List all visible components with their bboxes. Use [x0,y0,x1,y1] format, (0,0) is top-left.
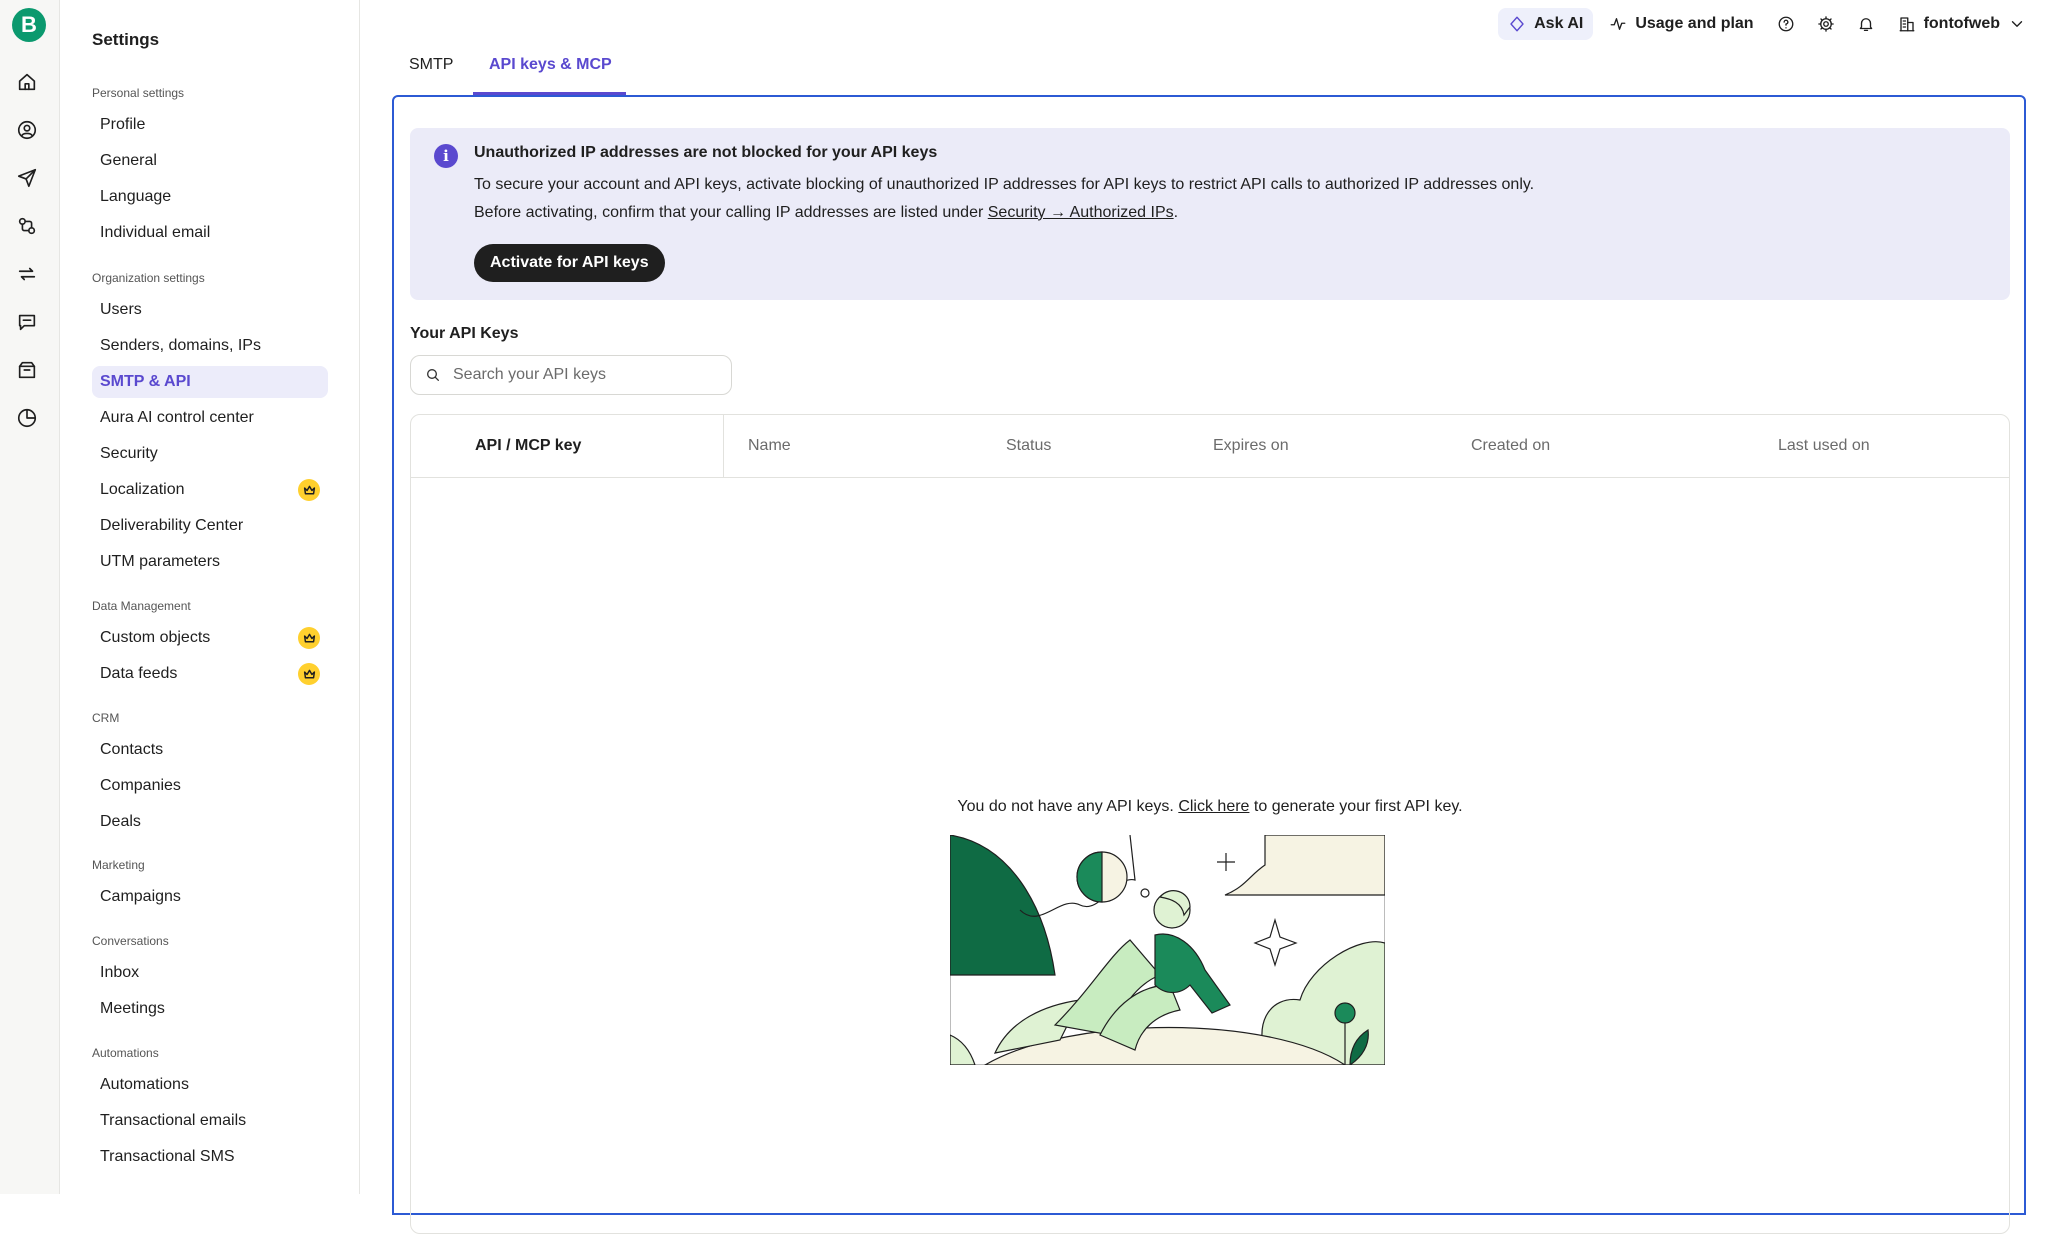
ask-ai-button[interactable]: Ask AI [1498,8,1594,40]
inbox-icon[interactable] [16,359,38,381]
column-created-on[interactable]: Created on [1471,437,1550,455]
authorized-ips-link[interactable]: Security → Authorized IPs [988,204,1174,221]
sidebar-title: Settings [92,30,160,49]
sidebar-item-custom-objects[interactable]: Custom objects [92,622,328,654]
column-name[interactable]: Name [748,437,791,455]
settings-sidebar: Settings Personal settings Profile Gener… [60,0,360,1194]
help-icon[interactable] [1770,8,1802,40]
send-icon[interactable] [16,167,38,189]
sidebar-item-contacts[interactable]: Contacts [92,734,328,766]
premium-crown-icon [298,627,320,649]
sidebar-item-profile[interactable]: Profile [92,109,328,141]
section-personal-settings: Personal settings [92,86,185,100]
brevo-logo[interactable]: B [12,8,46,42]
empty-state-message: You do not have any API keys. Click here… [957,798,1463,815]
activate-for-api-keys-button[interactable]: Activate for API keys [474,244,665,282]
bell-icon[interactable] [1850,8,1882,40]
section-marketing: Marketing [92,858,145,872]
sidebar-item-data-feeds[interactable]: Data feeds [92,658,328,690]
notice-title: Unauthorized IP addresses are not blocke… [474,144,938,161]
api-keys-table: API / MCP key Name Status Expires on Cre… [410,414,2010,1234]
column-status[interactable]: Status [1006,437,1051,455]
building-icon [1899,17,1915,32]
empty-state-illustration [950,835,1385,1065]
tab-api-keys-mcp[interactable]: API keys & MCP [489,56,612,74]
section-organization-settings: Organization settings [92,271,205,285]
sidebar-item-deals[interactable]: Deals [92,806,328,838]
sidebar-item-individual-email[interactable]: Individual email [92,217,328,249]
sidebar-item-utm-parameters[interactable]: UTM parameters [92,546,328,578]
sidebar-item-users[interactable]: Users [92,294,328,326]
search-icon [427,369,439,381]
premium-crown-icon [298,479,320,501]
section-data-management: Data Management [92,599,191,613]
sidebar-item-senders-domains-ips[interactable]: Senders, domains, IPs [92,330,328,362]
sidebar-item-transactional-emails[interactable]: Transactional emails [92,1105,328,1137]
sidebar-item-meetings[interactable]: Meetings [92,993,328,1025]
table-header: API / MCP key Name Status Expires on Cre… [411,415,2009,478]
api-key-search[interactable] [410,355,732,395]
activity-icon [1610,18,1626,30]
sidebar-item-deliverability-center[interactable]: Deliverability Center [92,510,328,542]
usage-and-plan-button[interactable]: Usage and plan [1601,8,1761,40]
reports-icon[interactable] [16,407,38,429]
search-input[interactable] [451,365,721,385]
premium-crown-icon [298,663,320,685]
section-crm: CRM [92,711,120,725]
sidebar-item-general[interactable]: General [92,145,328,177]
sidebar-item-transactional-sms[interactable]: Transactional SMS [92,1141,328,1173]
chat-icon[interactable] [16,311,38,333]
column-api-mcp-key[interactable]: API / MCP key [475,437,581,455]
section-conversations: Conversations [92,934,169,948]
gear-icon[interactable] [1810,8,1842,40]
sidebar-item-localization[interactable]: Localization [92,474,328,506]
sidebar-item-campaigns[interactable]: Campaigns [92,881,328,913]
section-automations: Automations [92,1046,159,1060]
home-icon[interactable] [16,71,38,93]
sidebar-item-inbox[interactable]: Inbox [92,957,328,989]
generate-api-key-link[interactable]: Click here [1178,798,1249,815]
notice-confirm-text: Before activating, confirm that your cal… [474,204,1179,221]
sidebar-item-companies[interactable]: Companies [92,770,328,802]
api-keys-panel: i Unauthorized IP addresses are not bloc… [392,95,2026,1234]
column-last-used-on[interactable]: Last used on [1778,437,1870,455]
sidebar-item-smtp-api[interactable]: SMTP & API [92,366,328,398]
contacts-icon[interactable] [16,119,38,141]
chevron-down-icon [2011,21,2023,27]
sidebar-item-security[interactable]: Security [92,438,328,470]
transfer-icon[interactable] [16,263,38,285]
notice-description: To secure your account and API keys, act… [474,176,1535,193]
account-menu[interactable]: fontofweb [1890,8,2034,40]
your-api-keys-heading: Your API Keys [410,325,519,342]
column-expires-on[interactable]: Expires on [1213,437,1289,455]
info-icon: i [434,144,458,168]
column-divider [723,415,724,478]
top-bar: Ask AI Usage and plan fontofweb [1498,8,2034,40]
sidebar-item-automations[interactable]: Automations [92,1069,328,1101]
sidebar-item-aura-ai-control-center[interactable]: Aura AI control center [92,402,328,434]
sidebar-item-language[interactable]: Language [92,181,328,213]
automation-icon[interactable] [16,215,38,237]
ai-diamond-icon [1510,16,1524,32]
app-rail: B [0,0,60,1194]
tab-smtp[interactable]: SMTP [409,56,453,74]
ip-blocking-notice: i Unauthorized IP addresses are not bloc… [410,128,2010,300]
